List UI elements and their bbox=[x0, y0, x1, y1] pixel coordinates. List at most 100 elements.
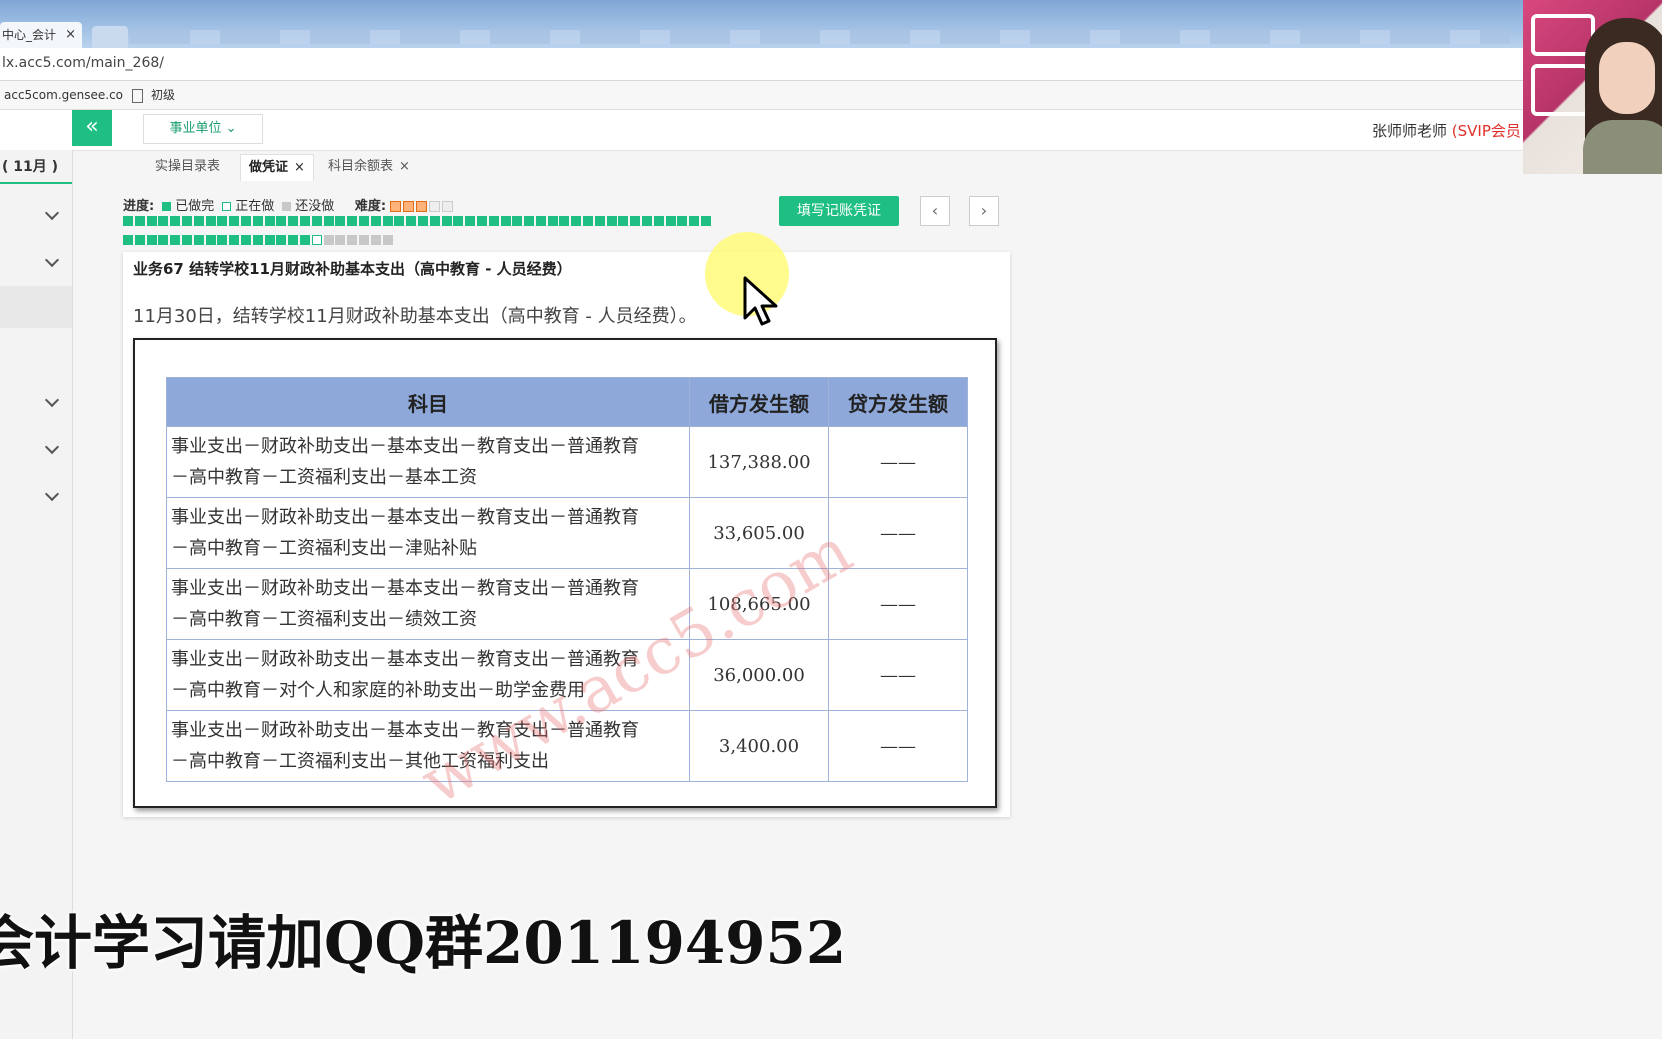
progress-cell-done[interactable] bbox=[288, 216, 299, 226]
progress-cell-done[interactable] bbox=[618, 216, 629, 226]
progress-cell-done[interactable] bbox=[606, 216, 617, 226]
progress-cell-done[interactable] bbox=[240, 216, 251, 226]
progress-cell-done[interactable] bbox=[193, 235, 204, 245]
tab-balance-sheet[interactable]: 科目余额表 × bbox=[328, 154, 410, 180]
progress-cell-done[interactable] bbox=[158, 216, 169, 226]
chevron-down-icon[interactable] bbox=[46, 489, 58, 501]
progress-cell-todo[interactable] bbox=[382, 235, 393, 245]
progress-cell-done[interactable] bbox=[394, 216, 405, 226]
bookmark-chuji[interactable]: 初级 bbox=[132, 86, 175, 103]
progress-cell-done[interactable] bbox=[229, 235, 240, 245]
progress-cell-done[interactable] bbox=[476, 216, 487, 226]
progress-cell-done[interactable] bbox=[252, 216, 263, 226]
progress-cell-done[interactable] bbox=[181, 216, 192, 226]
progress-cell-done[interactable] bbox=[677, 216, 688, 226]
progress-cell-done[interactable] bbox=[264, 235, 275, 245]
progress-cell-done[interactable] bbox=[217, 235, 228, 245]
progress-cell-done[interactable] bbox=[653, 216, 664, 226]
progress-cell-done[interactable] bbox=[689, 216, 700, 226]
progress-cell-doing[interactable] bbox=[311, 235, 322, 245]
browser-tab[interactable]: 中心_会计 × bbox=[0, 22, 82, 48]
progress-cell-done[interactable] bbox=[441, 216, 452, 226]
progress-cell-done[interactable] bbox=[358, 216, 369, 226]
fill-voucher-button[interactable]: 填写记账凭证 bbox=[779, 196, 899, 226]
progress-cell-done[interactable] bbox=[347, 216, 358, 226]
progress-cell-done[interactable] bbox=[335, 216, 346, 226]
progress-cell-done[interactable] bbox=[134, 216, 145, 226]
progress-cell-done[interactable] bbox=[170, 235, 181, 245]
progress-cell-done[interactable] bbox=[571, 216, 582, 226]
progress-cell-done[interactable] bbox=[382, 216, 393, 226]
progress-cell-done[interactable] bbox=[205, 235, 216, 245]
progress-cell-done[interactable] bbox=[465, 216, 476, 226]
progress-cell-done[interactable] bbox=[146, 216, 157, 226]
account-line: 事业支出－财政补助支出－基本支出－教育支出－普通教育 bbox=[171, 720, 639, 741]
tab-catalog[interactable]: 实操目录表 bbox=[155, 154, 220, 180]
progress-cell-done[interactable] bbox=[417, 216, 428, 226]
next-button[interactable]: › bbox=[969, 196, 999, 226]
progress-cell-done[interactable] bbox=[547, 216, 558, 226]
progress-cell-done[interactable] bbox=[594, 216, 605, 226]
progress-cell-done[interactable] bbox=[500, 216, 511, 226]
progress-cell-done[interactable] bbox=[170, 216, 181, 226]
sidebar-item-active[interactable] bbox=[0, 286, 72, 328]
credit-cell: —— bbox=[828, 710, 968, 782]
progress-cell-done[interactable] bbox=[193, 216, 204, 226]
chevron-down-icon[interactable] bbox=[46, 208, 58, 220]
progress-cell-done[interactable] bbox=[642, 216, 653, 226]
progress-cell-done[interactable] bbox=[512, 216, 523, 226]
close-icon[interactable]: × bbox=[65, 22, 76, 48]
progress-cell-done[interactable] bbox=[134, 235, 145, 245]
chevron-down-icon[interactable] bbox=[46, 442, 58, 454]
progress-cell-done[interactable] bbox=[123, 235, 133, 245]
prev-button[interactable]: ‹ bbox=[920, 196, 950, 226]
progress-cell-todo[interactable] bbox=[370, 235, 381, 245]
difficulty-label: 难度: bbox=[354, 199, 387, 214]
progress-cell-done[interactable] bbox=[276, 235, 287, 245]
progress-cell-done[interactable] bbox=[406, 216, 417, 226]
progress-cell-todo[interactable] bbox=[323, 235, 334, 245]
progress-cell-done[interactable] bbox=[370, 216, 381, 226]
progress-cell-done[interactable] bbox=[299, 216, 310, 226]
progress-cell-done[interactable] bbox=[299, 235, 310, 245]
collapse-sidebar-button[interactable]: « bbox=[72, 110, 112, 146]
browser-tab-inactive[interactable] bbox=[92, 26, 128, 48]
progress-cell-done[interactable] bbox=[583, 216, 594, 226]
unit-type-select[interactable]: 事业单位 ⌄ bbox=[143, 114, 263, 144]
progress-cell-done[interactable] bbox=[276, 216, 287, 226]
progress-cell-todo[interactable] bbox=[347, 235, 358, 245]
progress-cell-done[interactable] bbox=[323, 216, 334, 226]
bookmark-gensee[interactable]: acc5com.gensee.co bbox=[4, 88, 123, 102]
progress-cell-todo[interactable] bbox=[358, 235, 369, 245]
progress-cell-done[interactable] bbox=[252, 235, 263, 245]
progress-cell-todo[interactable] bbox=[335, 235, 346, 245]
close-icon[interactable]: × bbox=[399, 159, 410, 174]
address-bar[interactable]: lx.acc5.com/main_268/ bbox=[0, 48, 1662, 81]
progress-cell-done[interactable] bbox=[264, 216, 275, 226]
progress-cell-done[interactable] bbox=[229, 216, 240, 226]
progress-cell-done[interactable] bbox=[630, 216, 641, 226]
progress-cell-done[interactable] bbox=[181, 235, 192, 245]
account-line: －高中教育－工资福利支出－津贴补贴 bbox=[171, 538, 477, 559]
progress-cell-done[interactable] bbox=[665, 216, 676, 226]
progress-cell-done[interactable] bbox=[453, 216, 464, 226]
progress-cell-done[interactable] bbox=[123, 216, 133, 226]
progress-cell-done[interactable] bbox=[524, 216, 535, 226]
progress-cell-done[interactable] bbox=[488, 216, 499, 226]
progress-cell-done[interactable] bbox=[311, 216, 322, 226]
progress-cell-done[interactable] bbox=[535, 216, 546, 226]
chevron-down-icon[interactable] bbox=[46, 255, 58, 267]
tab-make-voucher[interactable]: 做凭证 × bbox=[240, 154, 314, 181]
progress-cell-done[interactable] bbox=[146, 235, 157, 245]
close-icon[interactable]: × bbox=[294, 160, 305, 175]
progress-cell-done[interactable] bbox=[158, 235, 169, 245]
chevron-down-icon[interactable] bbox=[46, 395, 58, 407]
progress-cell-done[interactable] bbox=[240, 235, 251, 245]
progress-cell-done[interactable] bbox=[217, 216, 228, 226]
progress-cell-done[interactable] bbox=[559, 216, 570, 226]
progress-cell-done[interactable] bbox=[288, 235, 299, 245]
period-label[interactable]: ( 11月 ) bbox=[0, 150, 72, 184]
progress-cell-done[interactable] bbox=[205, 216, 216, 226]
progress-cell-done[interactable] bbox=[701, 216, 712, 226]
progress-cell-done[interactable] bbox=[429, 216, 440, 226]
